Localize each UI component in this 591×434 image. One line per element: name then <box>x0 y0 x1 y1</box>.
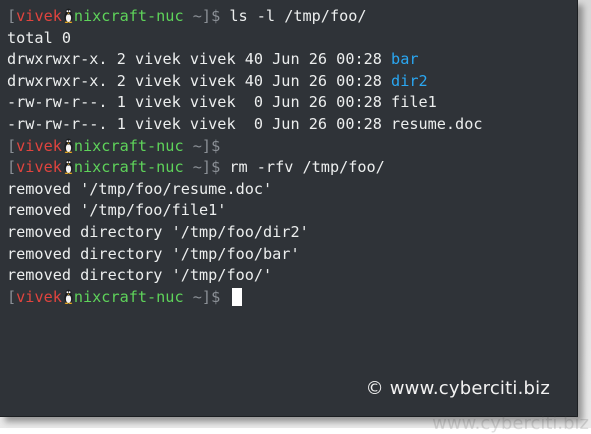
output-line: removed directory '/tmp/foo/bar' <box>7 244 573 266</box>
prompt-host: nixcraft-nuc <box>73 7 184 25</box>
prompt-close-bracket: ]$ <box>201 7 221 25</box>
prompt-path: ~ <box>192 7 202 25</box>
prompt-path: ~ <box>192 136 202 155</box>
ls-entry-details: -rw-rw-r--. 1 vivek vivek 0 Jun 26 00:28 <box>7 114 392 133</box>
prompt-host: nixcraft-nuc <box>73 287 184 306</box>
output-line: removed '/tmp/foo/file1' <box>7 200 573 222</box>
ls-entry: drwxrwxr-x. 2 vivek vivek 40 Jun 26 00:2… <box>7 49 573 71</box>
prompt-user: vivek <box>16 287 62 306</box>
prompt-path: ~ <box>192 287 202 306</box>
prompt-user: vivek <box>16 158 62 177</box>
tux-penguin-icon <box>64 8 73 23</box>
ls-entry-name: resume.doc <box>391 114 483 133</box>
output-text: removed '/tmp/foo/resume.doc' <box>7 179 273 198</box>
ls-entry-details: -rw-rw-r--. 1 vivek vivek 0 Jun 26 00:28 <box>7 93 392 112</box>
prompt-line: [vivek nixcraft-nuc ~]$ rm -rfv /tmp/foo/ <box>7 157 573 179</box>
ls-entry-name: file1 <box>391 93 437 112</box>
terminal-window[interactable]: [vivek nixcraft-nuc ~]$ ls -l /tmp/foo/to… <box>0 0 578 417</box>
prompt-open-bracket: [ <box>7 287 17 306</box>
tux-penguin-icon <box>64 289 73 304</box>
prompt-close-bracket: ]$ <box>201 287 221 306</box>
prompt-line: [vivek nixcraft-nuc ~]$ ls -l /tmp/foo/ <box>7 6 573 28</box>
ls-entry: -rw-rw-r--. 1 vivek vivek 0 Jun 26 00:28… <box>7 114 573 136</box>
prompt-open-bracket: [ <box>7 136 17 155</box>
output-text: removed directory '/tmp/foo/dir2' <box>7 222 309 241</box>
prompt-host: nixcraft-nuc <box>73 158 184 177</box>
ls-entry-name: dir2 <box>391 71 428 90</box>
ls-entry-details: drwxrwxr-x. 2 vivek vivek 40 Jun 26 00:2… <box>7 71 392 90</box>
prompt-open-bracket: [ <box>7 7 17 25</box>
ls-entry: drwxrwxr-x. 2 vivek vivek 40 Jun 26 00:2… <box>7 71 573 93</box>
prompt-line: [vivek nixcraft-nuc ~]$ <box>7 287 573 309</box>
output-text: removed '/tmp/foo/file1' <box>7 201 227 220</box>
terminal-output: [vivek nixcraft-nuc ~]$ ls -l /tmp/foo/to… <box>7 6 573 308</box>
output-line: removed '/tmp/foo/resume.doc' <box>7 179 573 201</box>
watermark: © www.cyberciti.biz <box>365 378 550 399</box>
prompt-open-bracket: [ <box>7 158 17 177</box>
prompt-line: [vivek nixcraft-nuc ~]$ <box>7 136 573 158</box>
output-line: removed directory '/tmp/foo/dir2' <box>7 222 573 244</box>
output-line: total 0 <box>7 28 573 50</box>
watermark-reflection: www.cyberciti.biz <box>432 413 589 434</box>
prompt-path: ~ <box>192 158 202 177</box>
text-cursor[interactable] <box>232 287 243 306</box>
prompt-command: ls -l /tmp/foo/ <box>220 7 367 25</box>
output-text: total 0 <box>7 28 72 47</box>
ls-entry-name: bar <box>391 50 419 69</box>
screenshot-frame: [vivek nixcraft-nuc ~]$ ls -l /tmp/foo/to… <box>0 0 591 434</box>
prompt-command: rm -rfv /tmp/foo/ <box>220 158 385 177</box>
prompt-close-bracket: ]$ <box>201 158 221 177</box>
prompt-command <box>220 288 229 306</box>
output-line: removed directory '/tmp/foo/' <box>7 265 573 287</box>
tux-penguin-icon <box>64 159 73 175</box>
ls-entry-details: drwxrwxr-x. 2 vivek vivek 40 Jun 26 00:2… <box>7 50 392 69</box>
prompt-host: nixcraft-nuc <box>73 136 184 155</box>
prompt-user: vivek <box>16 7 62 25</box>
prompt-user: vivek <box>16 136 62 155</box>
ls-entry: -rw-rw-r--. 1 vivek vivek 0 Jun 26 00:28… <box>7 92 573 114</box>
output-text: removed directory '/tmp/foo/' <box>7 266 273 285</box>
output-text: removed directory '/tmp/foo/bar' <box>7 244 300 263</box>
tux-penguin-icon <box>64 138 73 153</box>
prompt-close-bracket: ]$ <box>201 136 221 155</box>
